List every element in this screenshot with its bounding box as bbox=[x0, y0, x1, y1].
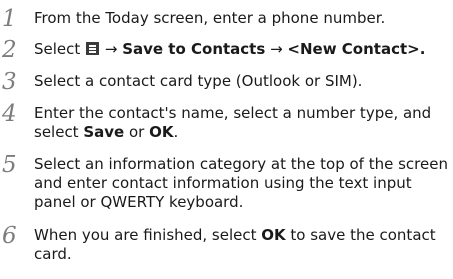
step-line: Select an information category at the to… bbox=[34, 155, 448, 173]
save-to-contacts-label: Save to Contacts bbox=[122, 40, 266, 58]
step-line: card. bbox=[34, 245, 72, 263]
step-text-segment: When you are finished, select bbox=[34, 226, 262, 244]
step-text: Select an information category at the to… bbox=[34, 155, 448, 212]
step-text-segment: or bbox=[124, 123, 150, 141]
step-line: Enter the contact's name, select a numbe… bbox=[34, 104, 432, 122]
step-text: Select → Save to Contacts → <New Contact… bbox=[34, 40, 444, 59]
step-line: Select a contact card type (Outlook or S… bbox=[34, 72, 363, 90]
step-text-segment: select bbox=[34, 123, 84, 141]
ok-label: OK bbox=[261, 226, 286, 244]
step-text: When you are finished, select OK to save… bbox=[34, 226, 444, 264]
arrow: → bbox=[270, 40, 283, 58]
step-text: From the Today screen, enter a phone num… bbox=[34, 9, 444, 28]
step-line: When you are finished, select OK to save… bbox=[34, 226, 444, 245]
step-line: select Save or OK. bbox=[34, 123, 444, 142]
new-contact-label: <New Contact> bbox=[287, 40, 420, 58]
select-word: Select bbox=[34, 40, 81, 58]
instruction-steps: 1 From the Today screen, enter a phone n… bbox=[0, 0, 453, 279]
step-number: 6 bbox=[2, 223, 17, 249]
save-label: Save bbox=[83, 123, 125, 141]
arrow: → bbox=[104, 40, 118, 58]
step-number: 4 bbox=[2, 101, 17, 127]
step-line: Select → Save to Contacts → <New Contact… bbox=[34, 40, 444, 59]
step-line: and enter contact information using the … bbox=[34, 174, 412, 192]
sentence-end: . bbox=[173, 123, 179, 141]
step-text: Enter the contact's name, select a numbe… bbox=[34, 104, 444, 142]
step-text: Select a contact card type (Outlook or S… bbox=[34, 72, 444, 91]
step-line: panel or QWERTY keyboard. bbox=[34, 193, 244, 211]
ok-label: OK bbox=[149, 123, 174, 141]
step-number: 3 bbox=[2, 69, 17, 95]
step-text-segment: to save the contact bbox=[285, 226, 436, 244]
sentence-end: . bbox=[419, 40, 426, 58]
step-number: 5 bbox=[2, 152, 17, 178]
step-line: From the Today screen, enter a phone num… bbox=[34, 9, 386, 27]
step-number: 1 bbox=[2, 6, 17, 32]
menu-icon bbox=[86, 42, 100, 55]
step-number: 2 bbox=[2, 37, 17, 63]
